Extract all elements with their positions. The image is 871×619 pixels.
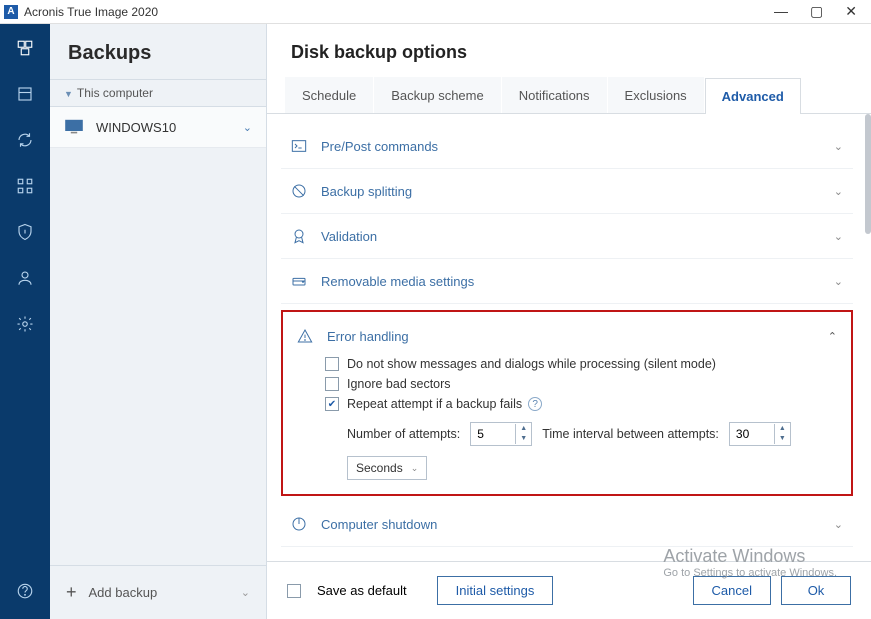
checkbox-repeat-attempt[interactable]: [325, 397, 339, 411]
info-icon[interactable]: ?: [528, 397, 542, 411]
spinner-down[interactable]: ▼: [775, 434, 790, 444]
add-backup-button[interactable]: + Add backup ⌄: [50, 565, 266, 619]
main-panel: Disk backup options Schedule Backup sche…: [267, 24, 871, 619]
spinner-interval[interactable]: ▲▼: [729, 422, 791, 446]
side-heading: Backups: [50, 24, 266, 80]
tab-exclusions[interactable]: Exclusions: [608, 77, 704, 113]
select-time-unit[interactable]: Seconds ⌄: [347, 456, 427, 480]
nav-sync-icon[interactable]: [15, 130, 35, 150]
input-interval[interactable]: [730, 423, 774, 445]
nav-backup-icon[interactable]: [15, 38, 35, 58]
chevron-down-icon: ⌄: [834, 230, 843, 243]
nav-archive-icon[interactable]: [15, 84, 35, 104]
maximize-button[interactable]: ▢: [810, 3, 823, 20]
chevron-down-icon: ⌄: [834, 518, 843, 531]
accordion-validation[interactable]: Validation⌄: [281, 214, 853, 259]
spinner-down[interactable]: ▼: [516, 434, 531, 444]
nav-help-icon[interactable]: [15, 581, 35, 601]
accordion-shutdown[interactable]: Computer shutdown⌄: [281, 502, 853, 547]
label-repeat-attempt: Repeat attempt if a backup fails: [347, 397, 522, 411]
close-button[interactable]: ✕: [845, 3, 857, 20]
error-handling-section: Error handling ⌃ Do not show messages an…: [281, 310, 853, 496]
backup-item-label: WINDOWS10: [96, 120, 176, 135]
ribbon-icon: [291, 228, 307, 244]
chevron-down-icon: ⌄: [834, 275, 843, 288]
page-title: Disk backup options: [267, 24, 871, 77]
spinner-attempts[interactable]: ▲▼: [470, 422, 532, 446]
backup-item-windows10[interactable]: WINDOWS10 ⌄: [50, 107, 266, 148]
input-attempts[interactable]: [471, 423, 515, 445]
label-ignore-bad-sectors: Ignore bad sectors: [347, 377, 451, 391]
side-panel: Backups ▼This computer WINDOWS10 ⌄ + Add…: [50, 24, 267, 619]
terminal-icon: [291, 138, 307, 154]
tab-schedule[interactable]: Schedule: [285, 77, 373, 113]
app-icon: A: [4, 5, 18, 19]
chevron-down-icon: ⌄: [834, 140, 843, 153]
label-save-default: Save as default: [317, 583, 407, 598]
chevron-down-icon: ⌄: [403, 463, 419, 474]
tab-notifications[interactable]: Notifications: [502, 77, 607, 113]
minimize-button[interactable]: —: [774, 3, 788, 20]
initial-settings-button[interactable]: Initial settings: [437, 576, 554, 605]
split-icon: [291, 183, 307, 199]
power-icon: [291, 516, 307, 532]
side-section-header[interactable]: ▼This computer: [50, 80, 266, 107]
drive-icon: [291, 273, 307, 289]
accordion-prepost[interactable]: Pre/Post commands⌄: [281, 124, 853, 169]
label-attempts: Number of attempts:: [347, 427, 460, 441]
app-title: Acronis True Image 2020: [24, 5, 158, 19]
accordion-performance[interactable]: Performance⌄: [281, 547, 853, 561]
monitor-icon: [64, 119, 84, 135]
content-area: Pre/Post commands⌄ Backup splitting⌄ Val…: [267, 114, 871, 561]
chevron-down-icon: ⌄: [243, 121, 252, 134]
spinner-up[interactable]: ▲: [516, 424, 531, 434]
titlebar: A Acronis True Image 2020 — ▢ ✕: [0, 0, 871, 24]
footer: Save as default Initial settings Cancel …: [267, 561, 871, 619]
warning-icon: [297, 328, 313, 344]
chevron-up-icon: ⌃: [828, 330, 837, 343]
chevron-down-icon: ⌄: [834, 185, 843, 198]
tab-advanced[interactable]: Advanced: [705, 78, 801, 114]
ok-button[interactable]: Ok: [781, 576, 851, 605]
nav-column: [0, 24, 50, 619]
nav-settings-icon[interactable]: [15, 314, 35, 334]
cancel-button[interactable]: Cancel: [693, 576, 771, 605]
accordion-removable[interactable]: Removable media settings⌄: [281, 259, 853, 304]
collapse-icon: ▼: [64, 89, 73, 99]
tabs: Schedule Backup scheme Notifications Exc…: [267, 77, 871, 114]
nav-account-icon[interactable]: [15, 268, 35, 288]
label-interval: Time interval between attempts:: [542, 427, 719, 441]
checkbox-save-default[interactable]: [287, 584, 301, 598]
checkbox-silent-mode[interactable]: [325, 357, 339, 371]
accordion-error-handling[interactable]: Error handling ⌃: [297, 318, 837, 354]
nav-protection-icon[interactable]: [15, 222, 35, 242]
plus-icon: +: [66, 582, 77, 603]
accordion-splitting[interactable]: Backup splitting⌄: [281, 169, 853, 214]
spinner-up[interactable]: ▲: [775, 424, 790, 434]
nav-tools-icon[interactable]: [15, 176, 35, 196]
checkbox-ignore-bad-sectors[interactable]: [325, 377, 339, 391]
label-silent-mode: Do not show messages and dialogs while p…: [347, 357, 716, 371]
tab-backup-scheme[interactable]: Backup scheme: [374, 77, 501, 113]
chevron-down-icon: ⌄: [241, 586, 250, 599]
scrollbar[interactable]: [865, 114, 871, 234]
